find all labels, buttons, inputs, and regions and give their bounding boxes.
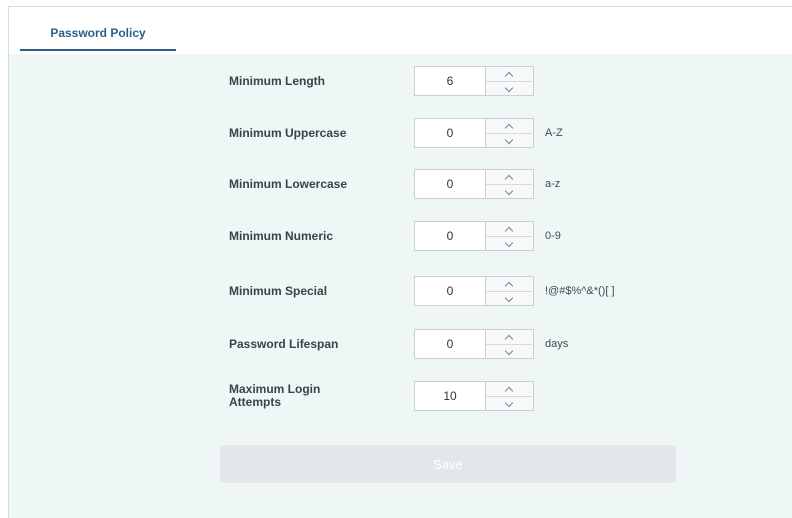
minimum-special-stepper bbox=[486, 276, 534, 306]
password-lifespan-input[interactable] bbox=[414, 329, 486, 359]
maximum-login-attempts-stepper bbox=[486, 381, 534, 411]
field-row-minimum-numeric: Minimum Numeric 0-9 bbox=[221, 221, 741, 251]
chevron-down-icon bbox=[504, 238, 514, 247]
field-label: Minimum Lowercase bbox=[229, 176, 348, 191]
field-row-minimum-special: Minimum Special !@#$%^&*()[ ] bbox=[221, 276, 741, 306]
decrement-button[interactable] bbox=[486, 237, 532, 251]
increment-button[interactable] bbox=[486, 170, 532, 185]
chevron-up-icon bbox=[504, 334, 514, 343]
increment-button[interactable] bbox=[486, 330, 532, 345]
password-lifespan-stepper bbox=[486, 329, 534, 359]
field-label: Minimum Special bbox=[229, 283, 328, 298]
tab-bar: Password Policy bbox=[9, 7, 792, 54]
save-button[interactable]: Save bbox=[220, 445, 676, 483]
field-row-maximum-login-attempts: Maximum Login Attempts bbox=[221, 381, 741, 411]
field-row-password-lifespan: Password Lifespan days bbox=[221, 329, 741, 359]
increment-button[interactable] bbox=[486, 119, 532, 134]
field-hint: A-Z bbox=[545, 127, 563, 139]
minimum-uppercase-input[interactable] bbox=[414, 118, 486, 148]
chevron-down-icon bbox=[504, 135, 514, 144]
page: Password Policy Minimum Length Minimum U… bbox=[0, 0, 792, 518]
minimum-length-stepper bbox=[486, 66, 534, 96]
decrement-button[interactable] bbox=[486, 345, 532, 359]
decrement-button[interactable] bbox=[486, 82, 532, 96]
chevron-up-icon bbox=[504, 174, 514, 183]
increment-button[interactable] bbox=[486, 222, 532, 237]
tab-password-policy[interactable]: Password Policy bbox=[20, 15, 176, 51]
minimum-uppercase-stepper bbox=[486, 118, 534, 148]
field-hint: 0-9 bbox=[545, 230, 561, 242]
field-label: Maximum Login Attempts bbox=[229, 382, 321, 409]
minimum-lowercase-stepper bbox=[486, 169, 534, 199]
field-row-minimum-length: Minimum Length bbox=[221, 66, 741, 96]
maximum-login-attempts-input[interactable] bbox=[414, 381, 486, 411]
settings-form: Minimum Length Minimum Uppercase A-Z bbox=[9, 54, 792, 518]
field-row-minimum-lowercase: Minimum Lowercase a-z bbox=[221, 169, 741, 199]
chevron-down-icon bbox=[504, 346, 514, 355]
password-policy-panel: Password Policy Minimum Length Minimum U… bbox=[8, 6, 792, 518]
chevron-down-icon bbox=[504, 83, 514, 92]
increment-button[interactable] bbox=[486, 277, 532, 292]
field-label: Minimum Uppercase bbox=[229, 125, 347, 140]
chevron-up-icon bbox=[504, 71, 514, 80]
minimum-numeric-stepper bbox=[486, 221, 534, 251]
chevron-down-icon bbox=[504, 186, 514, 195]
chevron-down-icon bbox=[504, 398, 514, 407]
field-hint: !@#$%^&*()[ ] bbox=[545, 285, 615, 297]
decrement-button[interactable] bbox=[486, 185, 532, 199]
minimum-special-input[interactable] bbox=[414, 276, 486, 306]
field-hint: a-z bbox=[545, 178, 561, 190]
chevron-up-icon bbox=[504, 123, 514, 132]
chevron-up-icon bbox=[504, 386, 514, 395]
field-label: Password Lifespan bbox=[229, 336, 339, 351]
minimum-lowercase-input[interactable] bbox=[414, 169, 486, 199]
minimum-length-input[interactable] bbox=[414, 66, 486, 96]
field-row-minimum-uppercase: Minimum Uppercase A-Z bbox=[221, 118, 741, 148]
decrement-button[interactable] bbox=[486, 292, 532, 306]
decrement-button[interactable] bbox=[486, 397, 532, 411]
chevron-up-icon bbox=[504, 226, 514, 235]
field-hint: days bbox=[545, 338, 569, 350]
minimum-numeric-input[interactable] bbox=[414, 221, 486, 251]
chevron-down-icon bbox=[504, 293, 514, 302]
chevron-up-icon bbox=[504, 281, 514, 290]
decrement-button[interactable] bbox=[486, 134, 532, 148]
increment-button[interactable] bbox=[486, 382, 532, 397]
field-label: Minimum Numeric bbox=[229, 228, 334, 243]
field-label: Minimum Length bbox=[229, 73, 325, 88]
increment-button[interactable] bbox=[486, 67, 532, 82]
